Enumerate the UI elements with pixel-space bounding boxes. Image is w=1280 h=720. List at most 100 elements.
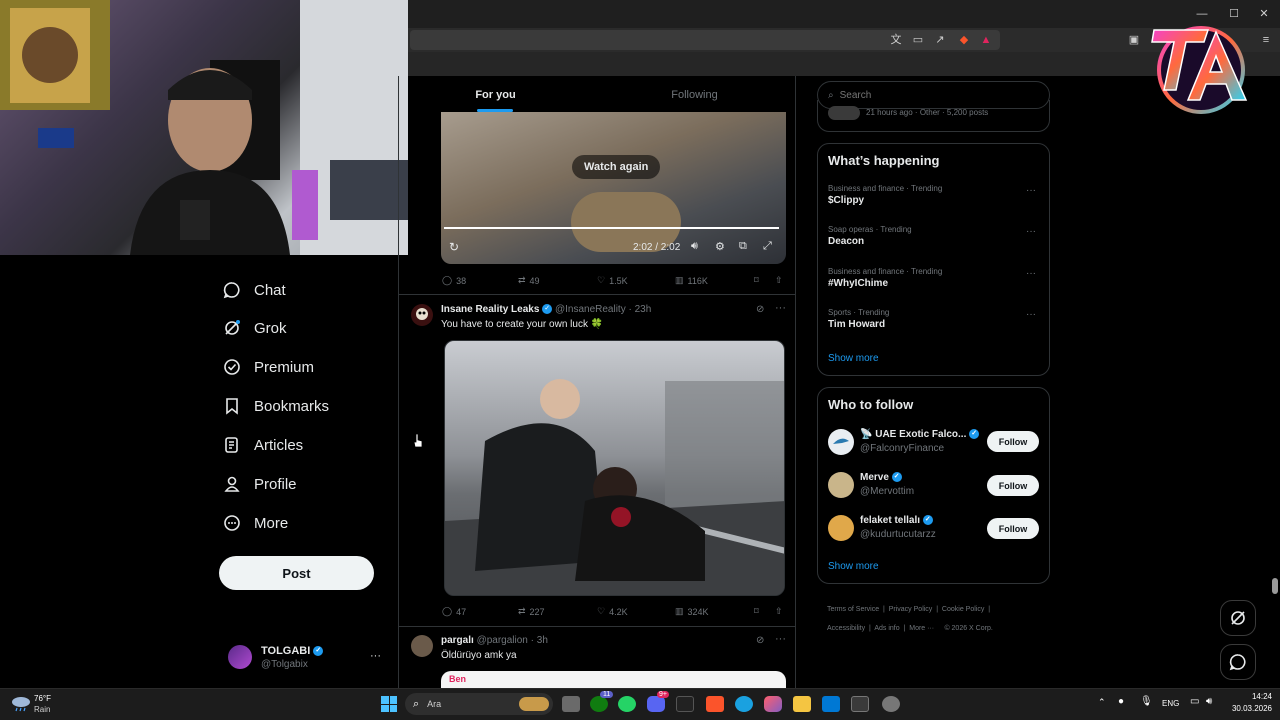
follow-button[interactable]: Follow <box>987 518 1039 539</box>
watch-again-button[interactable]: Watch again <box>572 155 661 179</box>
share-icon[interactable]: ⇧ <box>775 275 783 286</box>
footer-link-accessibility[interactable]: Accessibility <box>827 625 865 632</box>
post-media-preview[interactable]: Ben <box>441 671 786 688</box>
windows-start-icon[interactable] <box>381 696 397 712</box>
bookmark-icon[interactable]: ⌑ <box>754 606 759 617</box>
language-indicator[interactable]: ENG <box>1162 699 1179 708</box>
post-more-icon[interactable]: ··· <box>775 633 786 645</box>
sidebar-item-grok[interactable]: Grok <box>222 312 287 344</box>
network-icon[interactable]: ▭ <box>1190 696 1199 707</box>
task-view-icon[interactable] <box>562 696 580 712</box>
sidebar-item-articles[interactable]: Articles <box>222 429 303 461</box>
post-more-icon[interactable]: ··· <box>775 302 786 314</box>
microphone-icon[interactable]: 🎙︎ <box>1140 696 1153 707</box>
sidebar-toggle-icon[interactable]: ▣ <box>1126 32 1142 48</box>
clock-time[interactable]: 14:24 <box>1230 692 1272 701</box>
terminal-icon[interactable] <box>676 696 694 712</box>
follow-name-row[interactable]: Merve ✓ <box>860 472 902 483</box>
trend-more-icon[interactable]: ··· <box>1026 268 1036 279</box>
follow-name-row[interactable]: felaket tellalı ✓ <box>860 515 933 526</box>
grok-icon[interactable]: ⊘ <box>756 304 764 315</box>
post-video-thumbnail[interactable] <box>444 340 785 596</box>
trend-more-icon[interactable]: ··· <box>1026 309 1036 320</box>
video-player[interactable]: Watch again ↻ 2:02 / 2:02 🔊︎ ⚙ ⧉ ⤢ <box>441 112 786 264</box>
share-icon[interactable]: ↗ <box>932 32 948 48</box>
store-icon[interactable] <box>851 696 869 712</box>
footer-link-ads[interactable]: Ads info <box>874 625 899 632</box>
whatsapp-icon[interactable] <box>618 696 636 712</box>
sidebar-item-profile[interactable]: Profile <box>222 468 297 500</box>
tab-following[interactable]: Following <box>598 76 791 114</box>
grok-floating-button[interactable] <box>1220 600 1256 636</box>
grok-icon[interactable]: ⊘ <box>756 635 764 646</box>
post-button[interactable]: Post <box>219 556 374 590</box>
fullscreen-icon[interactable]: ⤢ <box>763 240 772 253</box>
footer-link-privacy[interactable]: Privacy Policy <box>889 606 933 613</box>
follow-button[interactable]: Follow <box>987 475 1039 496</box>
account-name-row[interactable]: TOLGABI ✓ <box>261 645 324 657</box>
app-icon[interactable] <box>882 696 900 712</box>
footer-link-cookie[interactable]: Cookie Policy <box>942 606 984 613</box>
copilot-icon[interactable] <box>764 696 782 712</box>
translate-icon[interactable]: 文 <box>888 32 904 48</box>
trend-item[interactable]: Soap operas · Trending Deacon <box>828 225 1038 247</box>
volume-icon[interactable]: 🔊︎ <box>691 240 698 253</box>
cast-icon[interactable]: ▭ <box>910 32 926 48</box>
reply-count[interactable]: ◯ 38 <box>442 275 466 286</box>
view-count[interactable]: ▥ 324K <box>675 606 709 617</box>
trend-item[interactable]: Business and finance · Trending #WhyIChi… <box>828 267 1038 289</box>
weather-rain-icon[interactable] <box>10 694 32 712</box>
volume-icon[interactable]: 🔊︎ <box>1206 696 1212 707</box>
scrollbar-thumb[interactable] <box>1272 578 1278 594</box>
repost-count[interactable]: ⇄ 49 <box>518 275 540 286</box>
trend-item[interactable]: Sports · Trending Tim Howard <box>828 308 1038 330</box>
discord-icon[interactable] <box>647 696 665 712</box>
footer-link-more[interactable]: More ··· <box>909 625 934 632</box>
avatar[interactable] <box>411 635 433 657</box>
video-progress-track[interactable] <box>444 227 779 229</box>
reply-count[interactable]: ◯ 47 <box>442 606 466 617</box>
replay-icon[interactable]: ↻ <box>449 240 459 254</box>
sidebar-item-more[interactable]: More <box>222 507 288 539</box>
sidebar-item-premium[interactable]: Premium <box>222 351 314 383</box>
messages-floating-button[interactable] <box>1220 644 1256 680</box>
taskbar-search[interactable]: ⌕ Ara <box>405 693 553 715</box>
author-handle[interactable]: @InsaneReality <box>555 304 626 315</box>
xbox-icon[interactable] <box>590 696 608 712</box>
trend-more-icon[interactable]: ··· <box>1026 185 1036 196</box>
avatar[interactable] <box>411 304 433 326</box>
brave-icon[interactable] <box>706 696 724 712</box>
brave-rewards-icon[interactable]: ▲ <box>978 32 994 48</box>
avatar[interactable] <box>228 645 252 669</box>
avatar[interactable] <box>828 429 854 455</box>
outlook-icon[interactable] <box>822 696 840 712</box>
author-handle[interactable]: @pargalion <box>477 635 528 646</box>
tray-app-icon[interactable]: ● <box>1118 696 1124 707</box>
sidebar-item-chat[interactable]: Chat <box>222 274 286 306</box>
show-more-link[interactable]: Show more <box>828 353 879 364</box>
popout-icon[interactable]: ⧉ <box>739 240 747 253</box>
follow-name-row[interactable]: 📡 UAE Exotic Falco... ✓ <box>860 429 980 440</box>
follow-button[interactable]: Follow <box>987 431 1039 452</box>
footer-link-terms[interactable]: Terms of Service <box>827 606 879 613</box>
chevron-up-icon[interactable]: ⌃ <box>1098 697 1106 708</box>
close-icon[interactable]: ✕ <box>1256 6 1272 22</box>
brave-shield-icon[interactable]: ◆ <box>956 32 972 48</box>
edge-icon[interactable] <box>735 696 753 712</box>
file-explorer-icon[interactable] <box>793 696 811 712</box>
avatar[interactable] <box>828 472 854 498</box>
search-input[interactable] <box>839 89 1030 101</box>
show-more-link[interactable]: Show more <box>828 561 879 572</box>
avatar[interactable] <box>828 515 854 541</box>
bookmark-icon[interactable]: ⌑ <box>754 275 759 286</box>
share-icon[interactable]: ⇧ <box>775 606 783 617</box>
sidebar-item-bookmarks[interactable]: Bookmarks <box>222 390 329 422</box>
like-count[interactable]: ♡ 4.2K <box>597 606 628 617</box>
post-time[interactable]: 23h <box>635 304 652 315</box>
author-name[interactable]: Insane Reality Leaks <box>441 304 539 315</box>
view-count[interactable]: ▥ 116K <box>675 275 708 286</box>
browser-menu-icon[interactable]: ≡ <box>1258 32 1274 48</box>
account-menu-icon[interactable]: ··· <box>370 650 381 662</box>
address-bar[interactable]: 文 ▭ ↗ ◆ ▲ <box>410 30 1000 50</box>
like-count[interactable]: ♡ 1.5K <box>597 275 628 286</box>
